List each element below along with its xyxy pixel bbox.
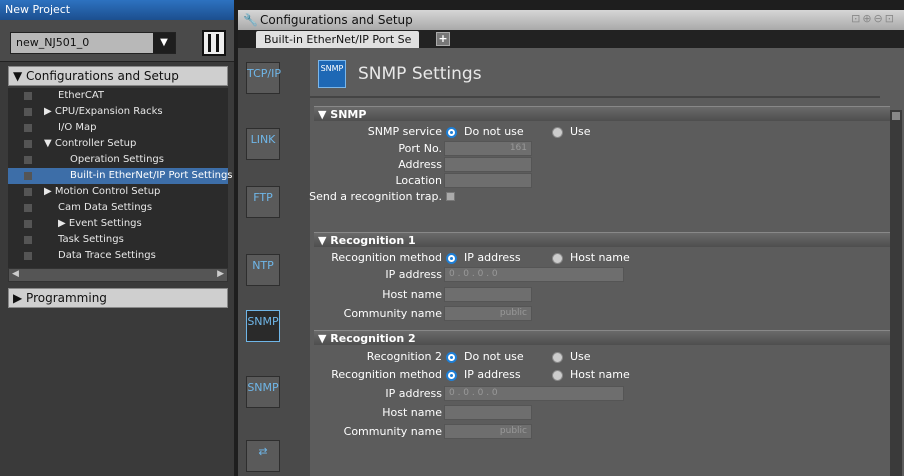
wrench-icon: 🔧 xyxy=(243,13,258,27)
chevron-down-icon[interactable]: ▼ xyxy=(153,33,175,53)
recognition1-host-field[interactable] xyxy=(444,287,532,302)
header-divider xyxy=(310,96,880,98)
recognition2-host-field[interactable] xyxy=(444,405,532,420)
transfer-icon[interactable]: ⇄ xyxy=(246,440,280,472)
tree-item-data-trace[interactable]: Data Trace Settings xyxy=(8,248,228,264)
recognition2-ip-radio[interactable] xyxy=(446,370,457,381)
controller-icon xyxy=(24,140,32,148)
snmp-icon[interactable]: SNMP xyxy=(246,310,280,342)
recognition2-group-header[interactable]: ▼ Recognition 2 xyxy=(314,330,890,345)
task-icon xyxy=(24,236,32,244)
recognition1-host-option: Host name xyxy=(570,251,630,264)
recognition2-do-not-use-option: Do not use xyxy=(464,350,524,363)
snmp-settings-page: SNMP SNMP Settings ▼ SNMP SNMP service D… xyxy=(309,48,904,476)
recognition1-method-label: Recognition method xyxy=(331,251,442,264)
ethernet-icon xyxy=(24,172,32,180)
snmp-service-do-not-use-radio[interactable] xyxy=(446,127,457,138)
recognition2-use-radio[interactable] xyxy=(552,352,563,363)
trace-icon xyxy=(24,252,32,260)
editor-panel: 🔧 Configurations and Setup ⊡⊕⊖⊡ Built-in… xyxy=(238,10,904,476)
address-label: Address xyxy=(398,158,442,171)
project-panel: New Project new_NJ501_0 ▼ ▼ Configuratio… xyxy=(0,0,234,476)
configuration-tree: EtherCAT ▶ CPU/Expansion Racks I/O Map ▼… xyxy=(8,88,233,268)
tree-item-event-settings[interactable]: ▶ Event Settings xyxy=(8,216,228,232)
address-field[interactable] xyxy=(444,157,532,172)
snmp-group-header[interactable]: ▼ SNMP xyxy=(314,106,890,121)
recognition-trap-checkbox[interactable] xyxy=(446,192,455,201)
recognition2-method-label: Recognition method xyxy=(331,368,442,381)
snmp-service-use-radio[interactable] xyxy=(552,127,563,138)
tree-item-io-map[interactable]: I/O Map xyxy=(8,120,228,136)
recognition2-community-field[interactable]: public xyxy=(444,424,532,439)
tree-item-task-settings[interactable]: Task Settings xyxy=(8,232,228,248)
snmp-service-use-label: Use xyxy=(570,125,591,138)
recognition-trap-label: Send a recognition trap. xyxy=(309,190,442,203)
tree-item-controller-setup[interactable]: ▼ Controller Setup xyxy=(8,136,228,152)
recognition1-ip-option: IP address xyxy=(464,251,521,264)
tree-item-cpu-racks[interactable]: ▶ CPU/Expansion Racks xyxy=(8,104,228,120)
recognition2-do-not-use-radio[interactable] xyxy=(446,352,457,363)
location-field[interactable] xyxy=(444,173,532,188)
tree-horizontal-scrollbar[interactable] xyxy=(8,268,228,282)
event-icon xyxy=(24,220,32,228)
content-vertical-scrollbar[interactable] xyxy=(890,110,902,476)
tcpip-icon[interactable]: TCP/IP xyxy=(246,62,281,94)
tab-bar: Built-in EtherNet/IP Port Se + xyxy=(238,30,904,48)
recognition2-community-label: Community name xyxy=(343,425,442,438)
project-panel-title: New Project xyxy=(0,0,234,20)
recognition1-community-label: Community name xyxy=(343,307,442,320)
page-title: SNMP Settings xyxy=(358,64,482,84)
recognition2-ip-option: IP address xyxy=(464,368,521,381)
tree-item-cam-data[interactable]: Cam Data Settings xyxy=(8,200,228,216)
controller-device-icon[interactable] xyxy=(202,30,226,56)
configurations-section-header[interactable]: ▼ Configurations and Setup xyxy=(8,66,228,86)
recognition1-host-radio[interactable] xyxy=(552,253,563,264)
recognition1-community-field[interactable]: public xyxy=(444,306,532,321)
programming-section-header[interactable]: ▶ Programming xyxy=(8,288,228,308)
recognition2-host-label: Host name xyxy=(382,406,442,419)
tree-item-motion-control[interactable]: ▶ Motion Control Setup xyxy=(8,184,228,200)
recognition2-use-label: Recognition 2 xyxy=(366,350,442,363)
ftp-icon[interactable]: FTP xyxy=(246,186,280,218)
port-label: Port No. xyxy=(398,142,442,155)
location-label: Location xyxy=(395,174,442,187)
tree-item-operation-settings[interactable]: Operation Settings xyxy=(8,152,228,168)
recognition2-host-radio[interactable] xyxy=(552,370,563,381)
add-tab-button[interactable]: + xyxy=(436,32,450,46)
recognition2-host-option: Host name xyxy=(570,368,630,381)
tab-ethernet-port-settings[interactable]: Built-in EtherNet/IP Port Se xyxy=(256,31,420,48)
tree-item-ethercat[interactable]: EtherCAT xyxy=(8,88,228,104)
cam-icon xyxy=(24,204,32,212)
device-bar: new_NJ501_0 ▼ xyxy=(0,20,234,62)
window-controls-icon[interactable]: ⊡⊕⊖⊡ xyxy=(851,12,896,25)
editor-title: Configurations and Setup xyxy=(260,13,413,27)
snmp-trap-icon[interactable]: SNMP xyxy=(246,376,280,408)
io-map-icon xyxy=(24,124,32,132)
recognition1-ip-field[interactable]: 0 . 0 . 0 . 0 xyxy=(444,267,624,282)
port-field[interactable]: 161 xyxy=(444,141,532,156)
snmp-service-do-not-use-label: Do not use xyxy=(464,125,524,138)
recognition1-group-header[interactable]: ▼ Recognition 1 xyxy=(314,232,890,247)
settings-category-bar: TCP/IP LINK FTP NTP SNMP SNMP ⇄ xyxy=(238,48,310,476)
recognition1-ip-radio[interactable] xyxy=(446,253,457,264)
settings-icon xyxy=(24,156,32,164)
link-icon[interactable]: LINK xyxy=(246,128,280,160)
recognition2-ip-label: IP address xyxy=(385,387,442,400)
snmp-service-label: SNMP service xyxy=(367,125,442,138)
recognition2-ip-field[interactable]: 0 . 0 . 0 . 0 xyxy=(444,386,624,401)
device-select[interactable]: new_NJ501_0 ▼ xyxy=(10,32,176,54)
ntp-icon[interactable]: NTP xyxy=(246,254,280,286)
editor-title-bar: 🔧 Configurations and Setup ⊡⊕⊖⊡ xyxy=(238,10,904,30)
recognition1-ip-label: IP address xyxy=(385,268,442,281)
device-name: new_NJ501_0 xyxy=(16,36,90,49)
snmp-badge-icon: SNMP xyxy=(318,60,346,88)
motion-icon xyxy=(24,188,32,196)
rack-icon xyxy=(24,108,32,116)
tree-item-ethernet-port-settings[interactable]: Built-in EtherNet/IP Port Settings xyxy=(8,168,233,184)
recognition1-host-label: Host name xyxy=(382,288,442,301)
ethercat-icon xyxy=(24,92,32,100)
recognition2-use-option: Use xyxy=(570,350,591,363)
